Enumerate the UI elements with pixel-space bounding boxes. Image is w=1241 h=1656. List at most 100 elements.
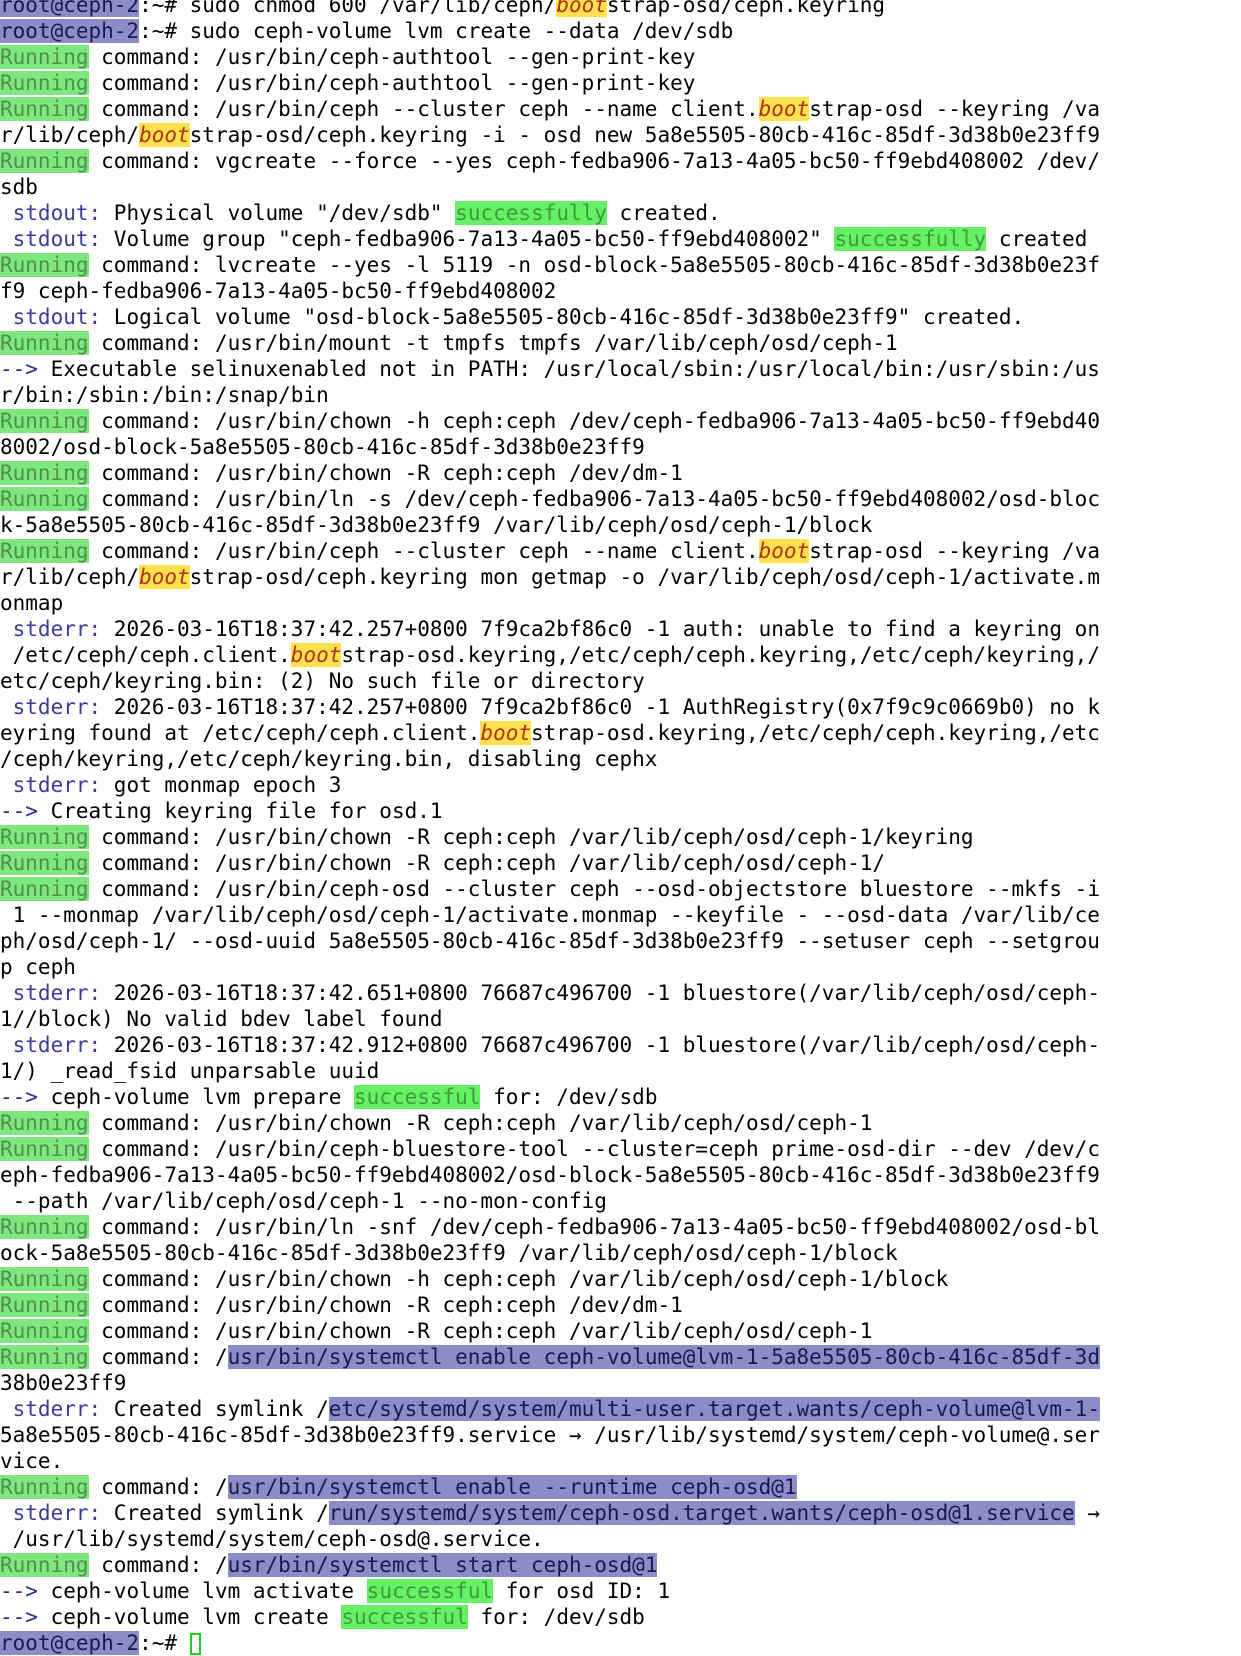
terminal-line: root@ceph-2:~# sudo chmod 600 /var/lib/c… bbox=[0, 0, 1241, 18]
terminal-line: stderr: Created symlink /run/systemd/sys… bbox=[0, 1500, 1241, 1526]
line-text: strap-osd.keyring,/etc/ceph/ceph.keyring… bbox=[531, 721, 1100, 745]
prompt-user-host: root@ceph-2 bbox=[0, 1631, 140, 1655]
line-text: created bbox=[986, 227, 1088, 251]
terminal-line: ock-5a8e5505-80cb-416c-85df-3d38b0e23ff9… bbox=[0, 1240, 1241, 1266]
terminal-line: Running command: /usr/bin/mount -t tmpfs… bbox=[0, 330, 1241, 356]
line-text: 2026-03-16T18:37:42.257+0800 7f9ca2bf86c… bbox=[101, 617, 1100, 641]
stream-label: stderr: bbox=[0, 1033, 102, 1057]
terminal-line: --path /var/lib/ceph/osd/ceph-1 --no-mon… bbox=[0, 1188, 1241, 1214]
line-text: command: /usr/bin/ceph-authtool --gen-pr… bbox=[88, 71, 696, 95]
running-label: Running bbox=[0, 1345, 89, 1369]
terminal-line: k-5a8e5505-80cb-416c-85df-3d38b0e23ff9 /… bbox=[0, 512, 1241, 538]
terminal-line: Running command: /usr/bin/systemctl enab… bbox=[0, 1344, 1241, 1370]
running-label: Running bbox=[0, 1553, 89, 1577]
terminal-line: f9 ceph-fedba906-7a13-4a05-bc50-ff9ebd40… bbox=[0, 278, 1241, 304]
stream-label: stderr: bbox=[0, 1397, 102, 1421]
line-text: got monmap epoch 3 bbox=[101, 773, 342, 797]
arrow-marker: --> bbox=[0, 1579, 38, 1603]
line-text: ph/osd/ceph-1/ --osd-uuid 5a8e5505-80cb-… bbox=[0, 929, 1100, 953]
line-text: eyring found at /etc/ceph/ceph.client. bbox=[0, 721, 481, 745]
terminal-line: root@ceph-2:~# sudo ceph-volume lvm crea… bbox=[0, 18, 1241, 44]
success-highlight: successful bbox=[354, 1085, 481, 1109]
line-text: :~# sudo chmod 600 /var/lib/ceph/ bbox=[139, 0, 557, 17]
terminal-line: /usr/lib/systemd/system/ceph-osd@.servic… bbox=[0, 1526, 1241, 1552]
selected-text: run/systemd/system/ceph-osd.target.wants… bbox=[328, 1501, 1075, 1525]
running-label: Running bbox=[0, 1137, 89, 1161]
line-text: Creating keyring file for osd.1 bbox=[37, 799, 443, 823]
line-text: ock-5a8e5505-80cb-416c-85df-3d38b0e23ff9… bbox=[0, 1241, 898, 1265]
line-text: command: /usr/bin/ln -snf /dev/ceph-fedb… bbox=[88, 1215, 1100, 1239]
line-text: Created symlink / bbox=[101, 1501, 329, 1525]
terminal-line: --> Executable selinuxenabled not in PAT… bbox=[0, 356, 1241, 382]
line-text: :~# sudo ceph-volume lvm create --data /… bbox=[139, 19, 734, 43]
line-text: command: vgcreate --force --yes ceph-fed… bbox=[88, 149, 1100, 173]
terminal-line: p ceph bbox=[0, 954, 1241, 980]
terminal-line: Running command: /usr/bin/ceph-bluestore… bbox=[0, 1136, 1241, 1162]
terminal-line: root@ceph-2:~# bbox=[0, 1630, 1241, 1656]
line-text: 1/) _read_fsid unparsable uuid bbox=[0, 1059, 380, 1083]
terminal-line: 1/) _read_fsid unparsable uuid bbox=[0, 1058, 1241, 1084]
terminal-line: stderr: 2026-03-16T18:37:42.257+0800 7f9… bbox=[0, 616, 1241, 642]
terminal-line: r/lib/ceph/bootstrap-osd/ceph.keyring -i… bbox=[0, 122, 1241, 148]
terminal-cursor[interactable] bbox=[189, 1633, 201, 1655]
arrow-marker: --> bbox=[0, 1605, 38, 1629]
running-label: Running bbox=[0, 487, 89, 511]
terminal-line: eyring found at /etc/ceph/ceph.client.bo… bbox=[0, 720, 1241, 746]
line-text: command: /usr/bin/ceph --cluster ceph --… bbox=[88, 539, 759, 563]
terminal-line: 5a8e5505-80cb-416c-85df-3d38b0e23ff9.ser… bbox=[0, 1422, 1241, 1448]
terminal-line: stderr: 2026-03-16T18:37:42.257+0800 7f9… bbox=[0, 694, 1241, 720]
running-label: Running bbox=[0, 539, 89, 563]
running-label: Running bbox=[0, 1111, 89, 1135]
line-text: → bbox=[1074, 1501, 1100, 1525]
terminal-line: stdout: Logical volume "osd-block-5a8e55… bbox=[0, 304, 1241, 330]
line-text: command: / bbox=[88, 1553, 228, 1577]
boot-highlight: boot bbox=[758, 97, 810, 121]
line-text: command: /usr/bin/chown -R ceph:ceph /va… bbox=[88, 825, 974, 849]
line-text: strap-osd/ceph.keyring -i - osd new 5a8e… bbox=[189, 123, 1100, 147]
line-text: --path /var/lib/ceph/osd/ceph-1 --no-mon… bbox=[0, 1189, 607, 1213]
stream-label: stderr: bbox=[0, 981, 102, 1005]
running-label: Running bbox=[0, 45, 89, 69]
terminal-output[interactable]: root@ceph-2:~# sudo chmod 600 /var/lib/c… bbox=[0, 0, 1241, 1656]
terminal-line: Running command: /usr/bin/ceph-osd --clu… bbox=[0, 876, 1241, 902]
line-text: strap-osd/ceph.keyring mon getmap -o /va… bbox=[189, 565, 1100, 589]
terminal-line: Running command: /usr/bin/chown -R ceph:… bbox=[0, 1292, 1241, 1318]
terminal-line: Running command: /usr/bin/ceph-authtool … bbox=[0, 70, 1241, 96]
line-text: /etc/ceph/ceph.client. bbox=[0, 643, 291, 667]
boot-highlight: boot bbox=[758, 539, 810, 563]
line-text: command: /usr/bin/ceph-authtool --gen-pr… bbox=[88, 45, 696, 69]
line-text: command: /usr/bin/chown -R ceph:ceph /va… bbox=[88, 1319, 873, 1343]
running-label: Running bbox=[0, 71, 89, 95]
terminal-line: r/bin:/sbin:/bin:/snap/bin bbox=[0, 382, 1241, 408]
terminal-line: onmap bbox=[0, 590, 1241, 616]
line-text: command: /usr/bin/chown -R ceph:ceph /de… bbox=[88, 1293, 683, 1317]
running-label: Running bbox=[0, 461, 89, 485]
terminal-line: 1 --monmap /var/lib/ceph/osd/ceph-1/acti… bbox=[0, 902, 1241, 928]
arrow-marker: --> bbox=[0, 357, 38, 381]
terminal-line: --> ceph-volume lvm create successful fo… bbox=[0, 1604, 1241, 1630]
line-text: command: / bbox=[88, 1345, 228, 1369]
terminal-line: Running command: /usr/bin/chown -R ceph:… bbox=[0, 460, 1241, 486]
terminal-line: Running command: vgcreate --force --yes … bbox=[0, 148, 1241, 174]
line-text: strap-osd/ceph.keyring bbox=[606, 0, 886, 17]
terminal-line: etc/ceph/keyring.bin: (2) No such file o… bbox=[0, 668, 1241, 694]
running-label: Running bbox=[0, 1215, 89, 1239]
running-label: Running bbox=[0, 149, 89, 173]
stream-label: stdout: bbox=[0, 305, 102, 329]
terminal-line: eph-fedba906-7a13-4a05-bc50-ff9ebd408002… bbox=[0, 1162, 1241, 1188]
running-label: Running bbox=[0, 851, 89, 875]
line-text: etc/ceph/keyring.bin: (2) No such file o… bbox=[0, 669, 645, 693]
prompt-user-host: root@ceph-2 bbox=[0, 0, 140, 17]
line-text: strap-osd.keyring,/etc/ceph/ceph.keyring… bbox=[341, 643, 1100, 667]
terminal-line: /etc/ceph/ceph.client.bootstrap-osd.keyr… bbox=[0, 642, 1241, 668]
line-text: command: / bbox=[88, 1475, 228, 1499]
line-text: Executable selinuxenabled not in PATH: /… bbox=[37, 357, 1100, 381]
line-text: ceph-volume lvm create bbox=[37, 1605, 342, 1629]
terminal-line: /ceph/keyring,/etc/ceph/keyring.bin, dis… bbox=[0, 746, 1241, 772]
line-text: Physical volume "/dev/sdb" bbox=[101, 201, 456, 225]
line-text: for osd ID: 1 bbox=[493, 1579, 671, 1603]
terminal-line: stderr: got monmap epoch 3 bbox=[0, 772, 1241, 798]
line-text: command: /usr/bin/ceph-osd --cluster cep… bbox=[88, 877, 1100, 901]
running-label: Running bbox=[0, 409, 89, 433]
terminal-line: 38b0e23ff9 bbox=[0, 1370, 1241, 1396]
